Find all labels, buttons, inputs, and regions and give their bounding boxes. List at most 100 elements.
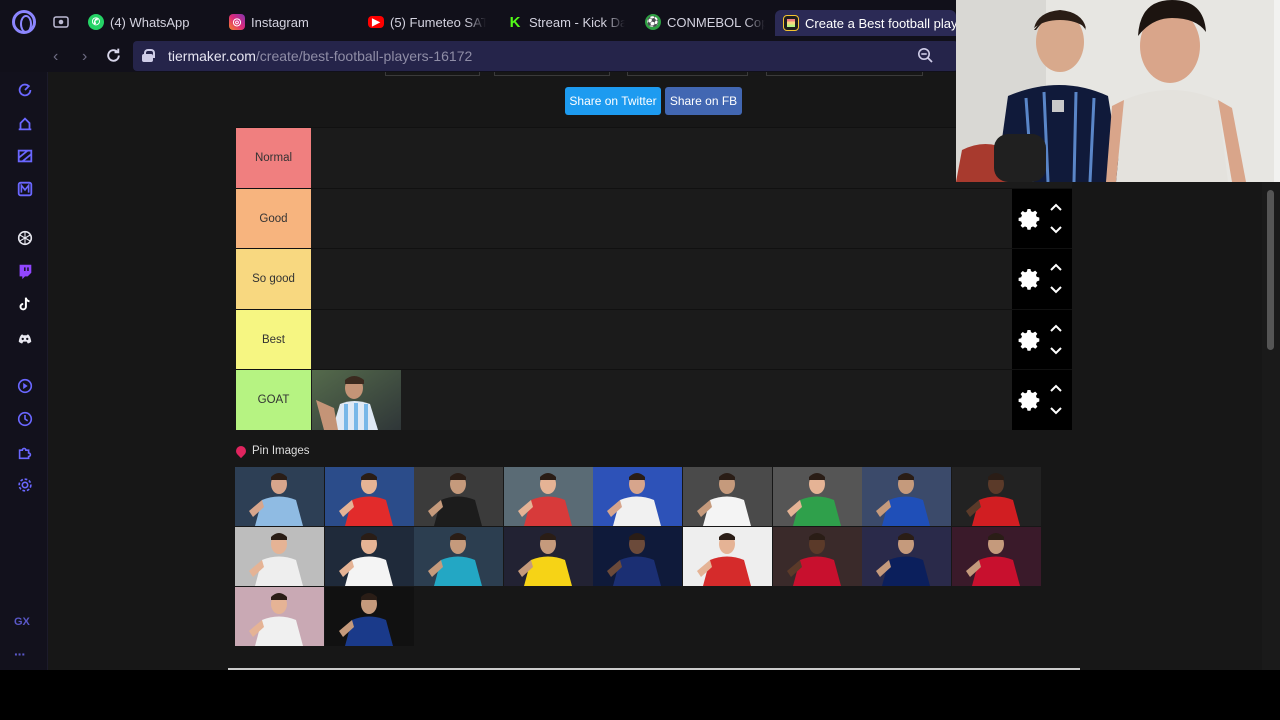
move-tier-up-icon[interactable]: [1049, 323, 1063, 333]
address-bar[interactable]: tiermaker.com/create/best-football-playe…: [133, 41, 958, 71]
player-photo: [593, 527, 683, 586]
lock-icon[interactable]: [142, 49, 155, 62]
tab-fade: [745, 0, 765, 44]
player-card[interactable]: [503, 527, 593, 586]
player-photo: [324, 527, 414, 586]
player-card[interactable]: [683, 467, 772, 526]
tier-label-goat[interactable]: GOAT: [236, 370, 311, 430]
player-card[interactable]: [235, 527, 324, 586]
move-tier-up-icon[interactable]: [1049, 262, 1063, 272]
player-photo: [683, 467, 772, 526]
tiktok-icon[interactable]: [15, 294, 35, 314]
player-card[interactable]: [235, 587, 324, 646]
player-photo: [593, 467, 683, 526]
tab-tiermaker-active[interactable]: Create a Best football play: [775, 10, 956, 36]
player-icon[interactable]: [15, 376, 35, 396]
reload-icon[interactable]: [105, 47, 122, 64]
pushpin-icon: [233, 443, 249, 459]
tab-label: Instagram: [251, 14, 309, 30]
tab-fade: [605, 0, 625, 44]
tier-list: Normal Good So good Best GOAT: [236, 127, 1072, 430]
tier-label-good[interactable]: Good: [236, 188, 311, 249]
tier-row-so-good[interactable]: So good: [236, 248, 1072, 309]
player-card[interactable]: [324, 467, 414, 526]
move-tier-down-icon[interactable]: [1049, 406, 1063, 416]
more-options-icon[interactable]: ···: [14, 646, 26, 662]
player-photo: [772, 527, 862, 586]
player-photo: [951, 467, 1041, 526]
button-stub: [766, 72, 923, 76]
player-card[interactable]: [503, 467, 593, 526]
player-card[interactable]: [772, 467, 862, 526]
share-on-fb-button[interactable]: Share on FB: [665, 87, 742, 115]
gx-label[interactable]: GX: [14, 616, 30, 628]
player-card[interactable]: [951, 467, 1041, 526]
player-card[interactable]: [862, 467, 952, 526]
tier-settings-gear-icon[interactable]: [1017, 388, 1041, 412]
player-card[interactable]: [593, 527, 683, 586]
gx-corner-icon[interactable]: [15, 114, 35, 134]
opera-gx-logo-icon[interactable]: [12, 10, 36, 34]
discord-icon[interactable]: [15, 328, 35, 348]
url-text[interactable]: tiermaker.com/create/best-football-playe…: [168, 48, 472, 64]
back-arrow-icon[interactable]: ‹: [53, 48, 58, 66]
player-photo: [235, 467, 324, 526]
pin-images-label: Pin Images: [252, 445, 310, 457]
gx-cleaner-icon[interactable]: [15, 146, 35, 166]
move-tier-up-icon[interactable]: [1049, 202, 1063, 212]
player-photo: [312, 370, 401, 430]
twitch-icon[interactable]: [15, 261, 35, 281]
tab-whatsapp[interactable]: ✆ (4) WhatsApp: [88, 0, 203, 44]
chatgpt-icon[interactable]: [15, 228, 35, 248]
extensions-icon[interactable]: [15, 442, 35, 462]
player-card[interactable]: [593, 467, 683, 526]
tier-controls: [1012, 188, 1072, 249]
tier-row-normal[interactable]: Normal: [236, 127, 1072, 188]
share-on-twitter-button[interactable]: Share on Twitter: [565, 87, 661, 115]
player-card[interactable]: [772, 527, 862, 586]
tab-instagram[interactable]: ◎ Instagram: [229, 0, 349, 44]
url-host: tiermaker.com: [168, 48, 256, 64]
tier-label-best[interactable]: Best: [236, 309, 311, 370]
player-card[interactable]: [235, 467, 324, 526]
pin-images-toggle[interactable]: Pin Images: [233, 443, 310, 459]
player-photo: [414, 467, 504, 526]
player-photo: [862, 467, 952, 526]
zoom-out-icon[interactable]: [917, 47, 933, 63]
move-tier-down-icon[interactable]: [1049, 285, 1063, 295]
forward-arrow-icon[interactable]: ›: [82, 48, 87, 66]
tier-controls: [1012, 309, 1072, 370]
instagram-icon: ◎: [229, 14, 245, 30]
settings-gear-icon[interactable]: [15, 475, 35, 495]
player-card[interactable]: [324, 527, 414, 586]
move-tier-up-icon[interactable]: [1049, 383, 1063, 393]
button-stub: [627, 72, 748, 76]
tier-row-best[interactable]: Best: [236, 308, 1072, 370]
tier-label-so-good[interactable]: So good: [236, 249, 311, 309]
tier-row-good[interactable]: Good: [236, 187, 1072, 249]
speed-dial-icon[interactable]: [15, 80, 35, 100]
move-tier-down-icon[interactable]: [1049, 346, 1063, 356]
tier-controls: [1012, 249, 1072, 309]
player-card[interactable]: [862, 527, 952, 586]
player-photo: [324, 587, 414, 646]
scrollbar-thumb[interactable]: [1267, 190, 1274, 350]
move-tier-down-icon[interactable]: [1049, 225, 1063, 235]
player-photo: [772, 467, 862, 526]
player-card[interactable]: [414, 467, 504, 526]
player-card[interactable]: [414, 527, 504, 586]
messenger-icon[interactable]: [15, 179, 35, 199]
tier-row-goat[interactable]: GOAT: [236, 369, 1072, 430]
tier-label-normal[interactable]: Normal: [236, 128, 311, 188]
player-card[interactable]: [951, 527, 1041, 586]
tier-settings-gear-icon[interactable]: [1017, 207, 1041, 231]
snapshot-icon[interactable]: [53, 14, 69, 30]
player-card-messi[interactable]: [312, 370, 401, 430]
conmebol-icon: ⚽: [645, 14, 661, 30]
player-card[interactable]: [324, 587, 414, 646]
history-icon[interactable]: [15, 409, 35, 429]
player-card[interactable]: [683, 527, 772, 586]
webcam-image: [956, 0, 1280, 182]
tier-settings-gear-icon[interactable]: [1017, 267, 1041, 291]
tier-settings-gear-icon[interactable]: [1017, 328, 1041, 352]
